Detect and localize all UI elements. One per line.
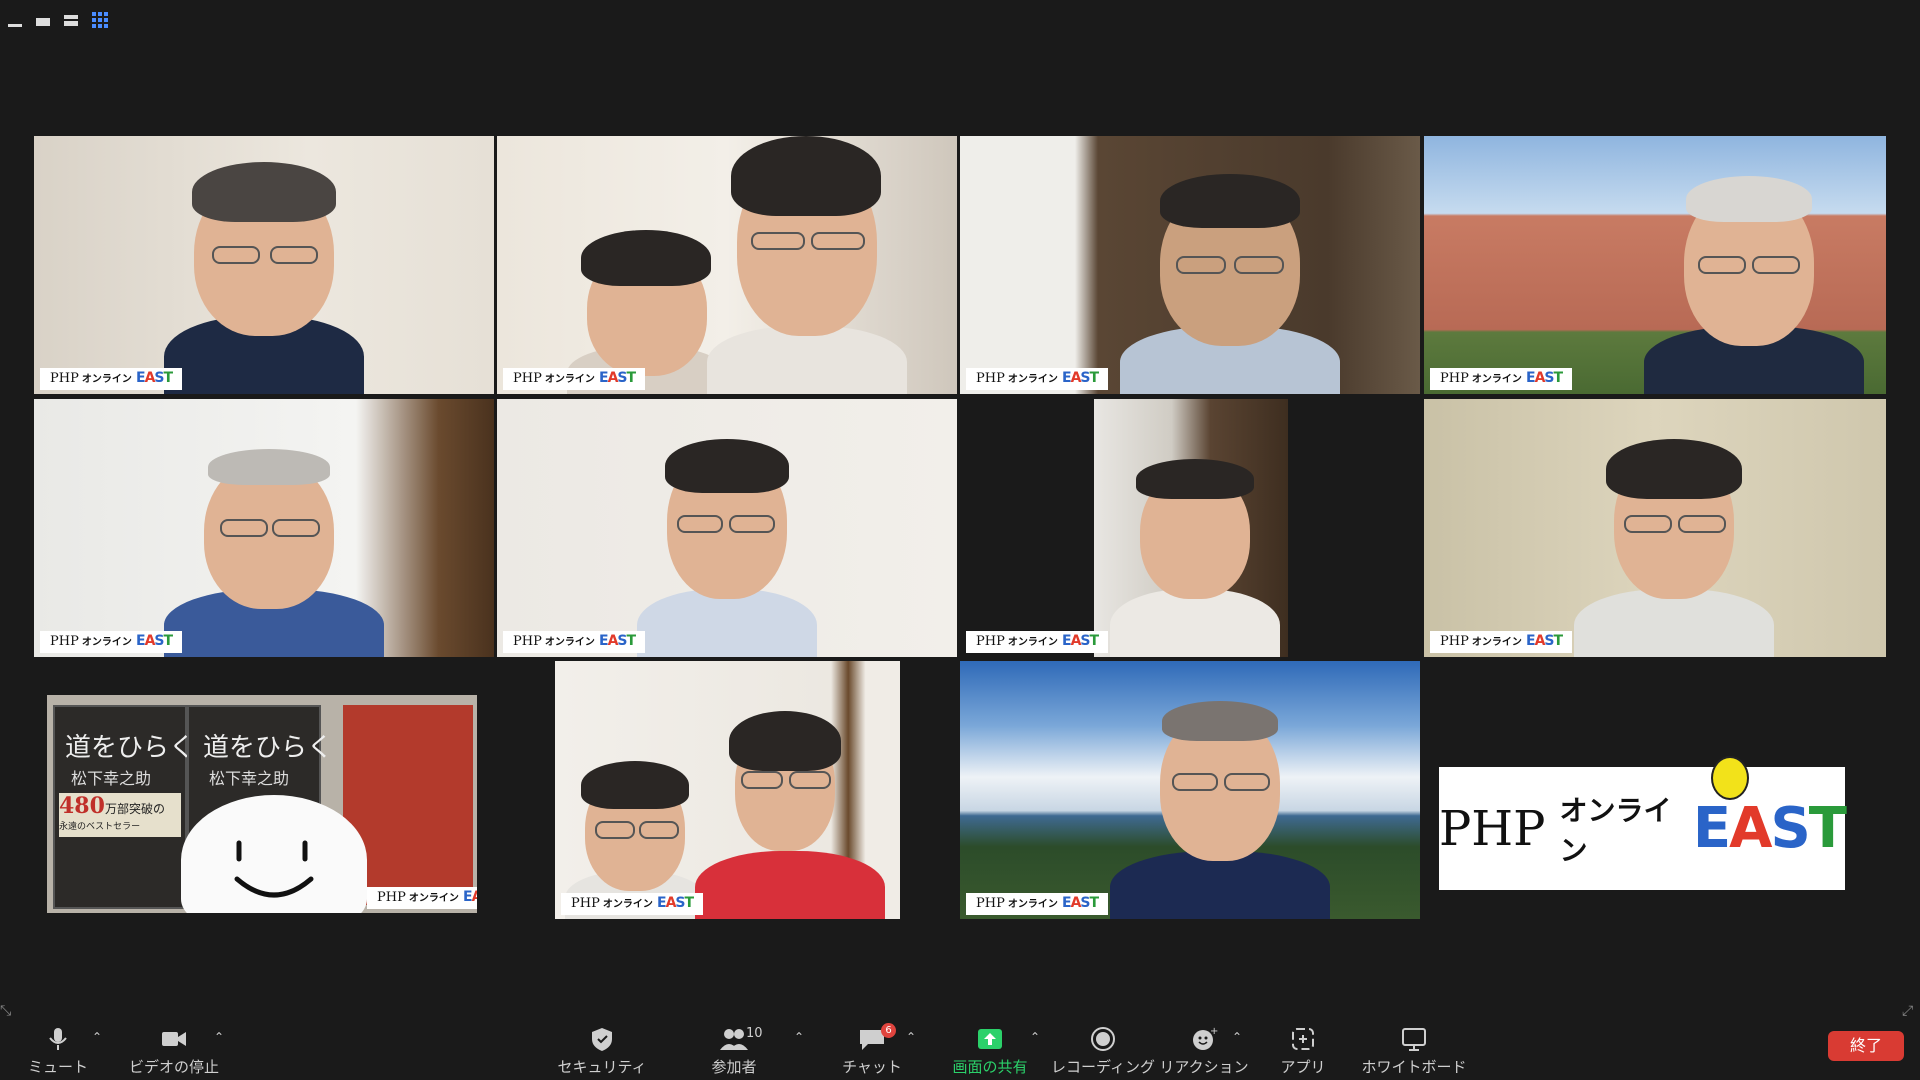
- smiley-face: [181, 795, 367, 913]
- whiteboard-button[interactable]: ホワイトボード: [1362, 1024, 1467, 1078]
- participant-figure: [707, 136, 907, 394]
- participant-figure: [1110, 459, 1280, 657]
- share-screen-icon: [976, 1024, 1004, 1054]
- participant-figure: [164, 449, 384, 657]
- whiteboard-icon: [1400, 1024, 1428, 1054]
- php-online-east-tag: PHPオンライン EAST: [966, 368, 1109, 390]
- php-online-east-tag: PHPオンライン EAST: [40, 631, 183, 653]
- php-online-east-tag: PHPオンライン EAST: [503, 631, 646, 653]
- php-online-east-tag: PHPオンライン EAST: [1430, 368, 1573, 390]
- participant-video-tile[interactable]: PHP オンライン EAST: [960, 399, 1420, 657]
- book-banner: 480万部突破の 永遠のベストセラー: [59, 793, 181, 837]
- share-options-caret-icon[interactable]: ⌃: [1030, 1030, 1040, 1044]
- participant-video-tile[interactable]: PHP オンライン EAST: [497, 136, 957, 394]
- participant-video-tile[interactable]: PHP オンライン EAST: [960, 136, 1420, 394]
- participant-video-tile[interactable]: 道をひらく 松下幸之助 480万部突破の 永遠のベストセラー 道をひらく 松下幸…: [47, 695, 477, 913]
- php-online-east-tag: PHPオンライン EAST: [1430, 631, 1573, 653]
- security-button[interactable]: セキュリティ: [557, 1024, 647, 1078]
- participant-video-tile[interactable]: PHP オンライン EAST: [1424, 136, 1886, 394]
- svg-text:+: +: [1210, 1026, 1218, 1037]
- participant-figure: [154, 156, 374, 394]
- active-speaker-tile[interactable]: PHP オンライン EAST: [1424, 399, 1886, 657]
- mascot-face-icon: [1710, 756, 1749, 800]
- end-meeting-button[interactable]: 終了: [1828, 1031, 1904, 1061]
- share-screen-button[interactable]: 画面の共有: [944, 1024, 1036, 1078]
- participant-video-tile[interactable]: PHP オンライン EAST: [497, 399, 957, 657]
- reactions-button[interactable]: + リアクション: [1159, 1024, 1248, 1078]
- video-options-caret-icon[interactable]: ⌃: [214, 1030, 224, 1044]
- reactions-options-caret-icon[interactable]: ⌃: [1232, 1030, 1242, 1044]
- chat-unread-badge: 6: [881, 1023, 896, 1038]
- book-cover: 道をひらく 松下幸之助 480万部突破の 永遠のベストセラー: [53, 705, 195, 909]
- php-online-east-tag: PHPオンライン EAST: [561, 893, 704, 915]
- php-online-east-tag: PHPオンライン EAST: [40, 368, 183, 390]
- stop-video-button[interactable]: ビデオの停止: [128, 1024, 220, 1078]
- participant-figure: [1120, 166, 1340, 394]
- participant-figure: [1110, 701, 1330, 919]
- chat-button[interactable]: 6 チャット: [842, 1023, 902, 1078]
- participant-figure: [685, 711, 895, 919]
- participant-figure: [637, 439, 817, 657]
- php-online-east-tag: PHPオンライン EAST: [966, 893, 1109, 915]
- video-camera-icon: [160, 1024, 188, 1054]
- video-gallery: PHP オンライン EAST PHP オンライン EAST PHP オンライン …: [0, 0, 1920, 1020]
- participant-video-tile[interactable]: PHP オンライン EAST: [555, 661, 900, 919]
- meeting-toolbar: ミュート ⌃ ビデオの停止 ⌃ セキュリティ 10 参加者 ⌃ 6 チャット ⌃: [0, 1022, 1920, 1080]
- shield-icon: [588, 1024, 616, 1054]
- chat-options-caret-icon[interactable]: ⌃: [906, 1030, 916, 1044]
- participant-video-tile[interactable]: PHP オンライン EAST: [34, 136, 494, 394]
- participants-icon: 10: [720, 1024, 763, 1054]
- resize-handle-right-icon[interactable]: ⤢: [1902, 1003, 1918, 1019]
- chat-bubble-icon: 6: [858, 1023, 896, 1054]
- mute-button[interactable]: ミュート: [28, 1024, 88, 1078]
- audio-options-caret-icon[interactable]: ⌃: [92, 1030, 102, 1044]
- resize-handle-left-icon[interactable]: ⤡: [0, 1003, 16, 1019]
- apps-button[interactable]: アプリ: [1270, 1024, 1336, 1078]
- participant-figure: [1644, 176, 1864, 394]
- participants-button[interactable]: 10 参加者: [702, 1024, 766, 1078]
- participant-video-tile[interactable]: PHP オンライン EAST: [960, 661, 1420, 919]
- apps-icon: [1289, 1024, 1317, 1054]
- record-button[interactable]: レコーディング: [1051, 1024, 1155, 1078]
- php-online-east-logo[interactable]: PHP オンライン EAST: [1439, 756, 1847, 890]
- participant-video-tile[interactable]: PHP オンライン EAST: [34, 399, 494, 657]
- participant-figure: [1574, 439, 1774, 657]
- participants-options-caret-icon[interactable]: ⌃: [794, 1030, 804, 1044]
- php-online-east-tag: PHPオンライン EAST: [367, 887, 477, 909]
- microphone-icon: [44, 1024, 72, 1054]
- php-online-east-tag: PHPオンライン EAST: [503, 368, 646, 390]
- smiley-plus-icon: +: [1190, 1024, 1218, 1054]
- php-online-east-tag: PHPオンライン EAST: [966, 631, 1109, 653]
- record-icon: [1089, 1024, 1117, 1054]
